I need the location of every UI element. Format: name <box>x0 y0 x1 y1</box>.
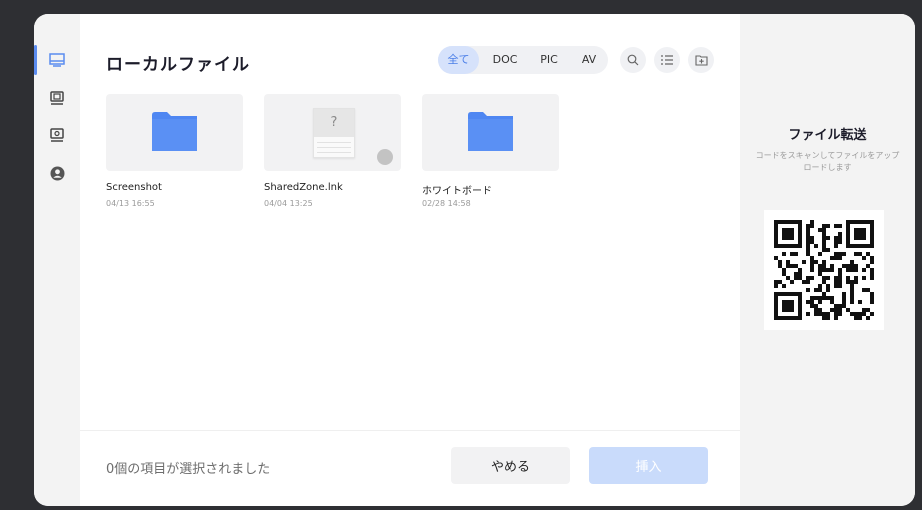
usb-drive-icon <box>50 127 64 142</box>
user-icon <box>50 166 64 180</box>
file-tile-screenshot[interactable] <box>106 94 243 171</box>
filter-all[interactable]: 全て <box>438 46 479 74</box>
folder-icon <box>152 112 197 151</box>
transfer-title: ファイル転送 <box>788 128 867 143</box>
file-name: SharedZone.lnk <box>264 182 343 193</box>
file-picker-window: ローカルファイル 全て DOC PIC AV Screenshot 04/13 … <box>34 14 915 506</box>
sidebar-item-local[interactable] <box>34 41 80 79</box>
filter-doc[interactable]: DOC <box>484 46 526 74</box>
file-tile-whiteboard[interactable] <box>422 94 559 171</box>
file-tile-sharedzone[interactable]: ? <box>264 94 401 171</box>
file-date: 04/04 13:25 <box>264 199 313 208</box>
monitor-icon <box>49 53 65 67</box>
selection-indicator[interactable] <box>377 149 393 165</box>
file-placeholder-glyph: ? <box>314 109 354 137</box>
search-icon <box>627 54 639 66</box>
sidebar-item-drive[interactable] <box>34 79 80 117</box>
new-folder-button[interactable] <box>688 47 714 73</box>
drive-icon <box>50 90 64 105</box>
file-name: ホワイトボード <box>422 186 492 197</box>
cancel-button[interactable]: やめる <box>451 447 570 484</box>
file-date: 02/28 14:58 <box>422 199 471 208</box>
search-button[interactable] <box>620 47 646 73</box>
sidebar-item-account[interactable] <box>34 154 80 192</box>
file-transfer-panel: ファイル転送 コードをスキャンしてファイルをアップロードします <box>740 14 915 506</box>
filter-pic[interactable]: PIC <box>530 46 568 74</box>
list-view-button[interactable] <box>654 47 680 73</box>
sidebar-item-usb[interactable] <box>34 116 80 154</box>
new-folder-icon <box>694 55 708 66</box>
list-view-icon <box>661 55 673 65</box>
unknown-file-icon: ? <box>313 108 355 158</box>
footer-divider <box>80 430 740 431</box>
sidebar <box>34 14 80 506</box>
insert-button[interactable]: 挿入 <box>589 447 708 484</box>
selection-status: 0個の項目が選択されました <box>106 462 271 477</box>
qr-code <box>764 210 884 330</box>
filter-av[interactable]: AV <box>572 46 606 74</box>
file-name: Screenshot <box>106 182 162 193</box>
main-panel: ローカルファイル 全て DOC PIC AV Screenshot 04/13 … <box>80 14 740 506</box>
folder-icon <box>468 112 513 151</box>
page-title: ローカルファイル <box>106 55 250 75</box>
file-date: 04/13 16:55 <box>106 199 155 208</box>
transfer-description: コードをスキャンしてファイルをアップロードします <box>755 151 900 172</box>
qr-code-image <box>774 220 874 320</box>
